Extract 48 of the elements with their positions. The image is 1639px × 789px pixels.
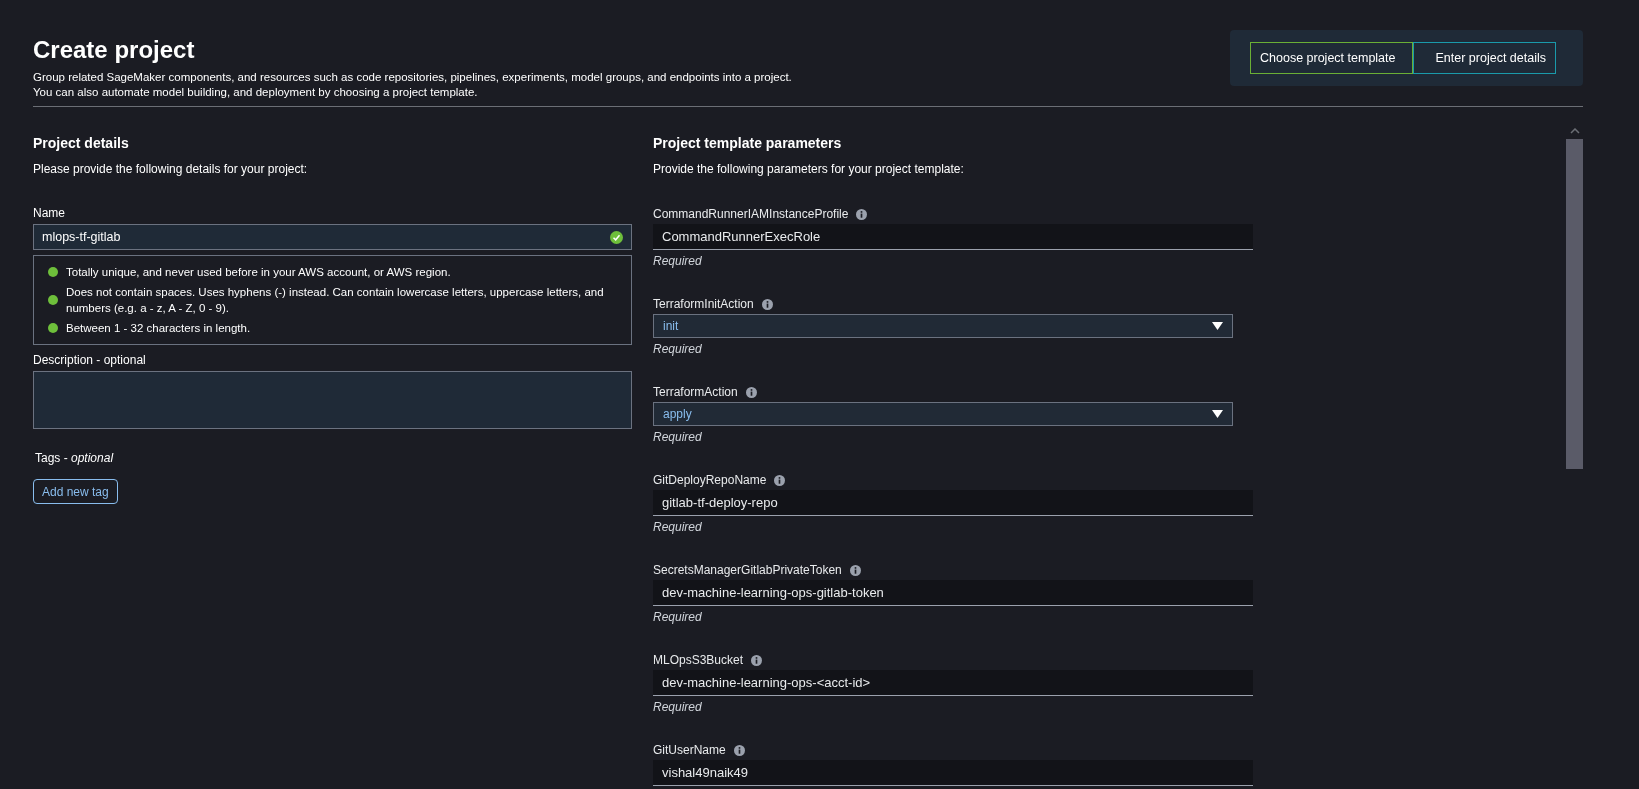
wizard-step[interactable]: Choose project template [1250, 42, 1413, 74]
text-field[interactable]: CommandRunnerExecRole [653, 224, 1253, 250]
field-label: Description - optional [33, 352, 147, 369]
text-field[interactable]: vishal49naik49 [653, 760, 1253, 786]
description-field[interactable] [33, 371, 632, 429]
required-hint: Required [653, 429, 703, 446]
rule-text: Totally unique, and never used before in your AWS account, or AWS region. [66, 265, 451, 280]
field-label: TerraformAction [653, 384, 738, 401]
wizard-step[interactable]: Enter project details [1412, 42, 1556, 74]
text-field[interactable]: dev-machine-learning-ops-gitlab-token [653, 580, 1253, 606]
info-icon [761, 298, 773, 310]
rule-text: Does not contain spaces. Uses hyphens (-) instead. Can contain lowercase letters, uppercase letters, and numbers (e.g. a - z, A - Z, 0 - 9). [66, 285, 605, 316]
required-hint: Required [653, 519, 703, 536]
rule-text: Between 1 - 32 characters in length. [66, 321, 251, 336]
field-label: TerraformInitAction [653, 296, 754, 313]
chevron-up-icon [1569, 128, 1580, 134]
section-subtitle: Provide the following parameters for your project template: [653, 161, 965, 178]
required-hint: Required [653, 699, 703, 716]
select-dropdown[interactable]: apply [653, 402, 1233, 426]
info-icon [751, 654, 763, 666]
text-field[interactable]: dev-machine-learning-ops-<acct-id> [653, 670, 1253, 696]
required-hint: Required [653, 253, 703, 270]
field-label: CommandRunnerIAMInstanceProfile [653, 206, 849, 223]
caret-icon [1212, 322, 1223, 330]
field-label: Tags - optional [35, 450, 115, 467]
info-icon [856, 208, 868, 220]
check-icon [610, 230, 623, 244]
field-label: MLOpsS3Bucket [653, 652, 744, 669]
field-label: SecretsManagerGitlabPrivateToken [653, 562, 842, 579]
name-field[interactable]: mlops-tf-gitlab [33, 224, 632, 250]
required-hint: Required [653, 609, 703, 626]
info-icon [733, 744, 745, 756]
add-tag-button[interactable]: Add new tag [33, 479, 118, 504]
required-hint: Required [653, 341, 703, 358]
caret-icon [1212, 410, 1223, 418]
page-description: Group related SageMaker components, and resources such as code repositories, pipelines, experiments, model groups, and endpoints into a project. You can also automate model building, and deployment by choosing a project template. [33, 70, 793, 100]
select-dropdown[interactable]: init [653, 314, 1233, 338]
field-label: GitUserName [653, 742, 726, 759]
field-label: Name [33, 205, 66, 222]
section-title: Project details [33, 134, 130, 153]
info-icon [774, 474, 786, 486]
info-icon [745, 386, 757, 398]
page-title: Create project [33, 35, 196, 65]
section-subtitle: Please provide the following details for your project: [33, 161, 309, 178]
text-field[interactable]: gitlab-tf-deploy-repo [653, 490, 1253, 516]
field-label: GitDeployRepoName [653, 472, 767, 489]
section-title: Project template parameters [653, 134, 843, 153]
info-icon [849, 564, 861, 576]
